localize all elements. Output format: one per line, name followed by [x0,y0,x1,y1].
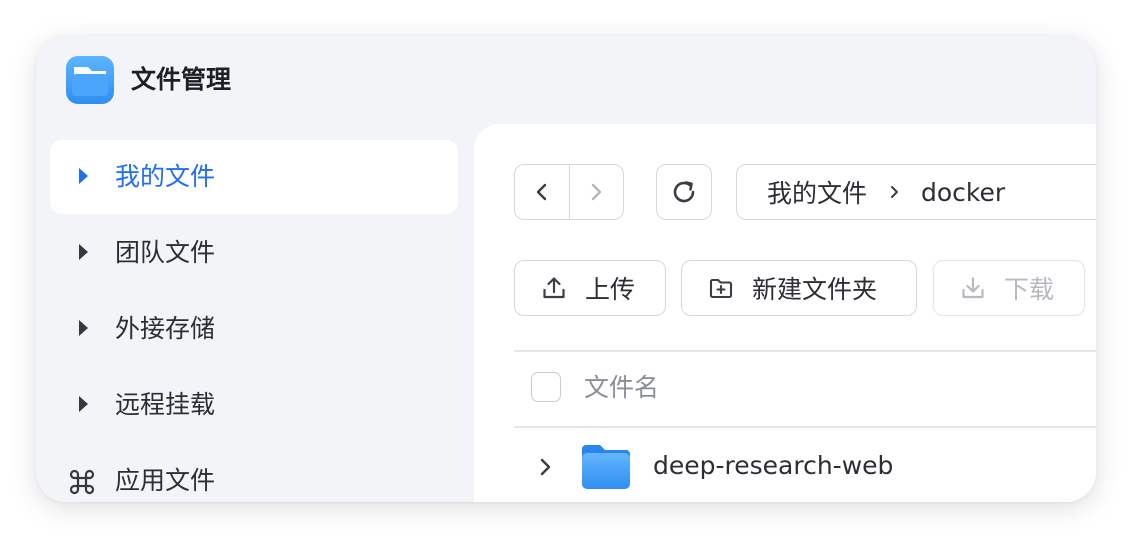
download-button-label: 下载 [1004,275,1055,304]
download-button[interactable]: 下载 [933,260,1085,316]
sidebar-item-label: 外接存储 [115,314,216,343]
folder-app-icon [66,56,114,104]
history-nav-group [514,164,624,220]
file-name: deep-research-web [653,451,894,480]
refresh-icon [673,181,695,203]
back-button[interactable] [515,165,569,219]
caret-right-icon [79,168,88,184]
breadcrumb-item-my-files[interactable]: 我的文件 [767,174,867,210]
new-folder-button-label: 新建文件夹 [752,275,878,304]
app-title: 文件管理 [131,65,232,94]
upload-icon [543,277,565,299]
sidebar-item-label: 团队文件 [115,238,216,267]
sidebar-item-remote-mount[interactable]: 远程挂载 [50,368,458,442]
sidebar-item-label: 远程挂载 [115,390,216,419]
main-panel: 我的文件 docker 上传 新建文件夹 下载 文件名 deep-researc… [474,124,1096,502]
sidebar-item-label: 我的文件 [115,162,216,191]
table-row[interactable]: deep-research-web [514,428,1096,502]
folder-plus-icon [709,278,733,299]
chevron-left-icon [536,183,546,201]
column-header-filename[interactable]: 文件名 [584,370,659,406]
forward-button[interactable] [568,165,624,219]
breadcrumb-item-docker[interactable]: docker [921,178,1005,207]
breadcrumb: 我的文件 docker [736,164,1096,220]
caret-right-icon [79,244,88,260]
sidebar-item-team-files[interactable]: 团队文件 [50,216,458,290]
sidebar: 我的文件 团队文件 外接存储 远程挂载 应用文件 [50,140,458,502]
refresh-button[interactable] [656,164,712,220]
new-folder-button[interactable]: 新建文件夹 [681,260,917,316]
divider [514,350,1096,352]
caret-right-icon [79,320,88,336]
upload-button-label: 上传 [585,275,636,304]
chevron-right-icon [592,183,602,201]
chevron-right-icon[interactable] [538,456,552,478]
sidebar-item-external-storage[interactable]: 外接存储 [50,292,458,366]
chevron-right-icon [889,184,899,200]
select-all-checkbox[interactable] [531,372,561,402]
file-manager-window: 文件管理 我的文件 团队文件 外接存储 远程挂载 应用文件 我的文件 docke… [36,36,1096,502]
download-icon [962,277,984,299]
sidebar-item-my-files[interactable]: 我的文件 [50,140,458,214]
command-icon [69,469,95,495]
caret-right-icon [79,396,88,412]
folder-icon [582,445,630,489]
sidebar-item-label: 应用文件 [115,466,216,495]
upload-button[interactable]: 上传 [514,260,666,316]
sidebar-item-app-files[interactable]: 应用文件 [50,444,458,502]
